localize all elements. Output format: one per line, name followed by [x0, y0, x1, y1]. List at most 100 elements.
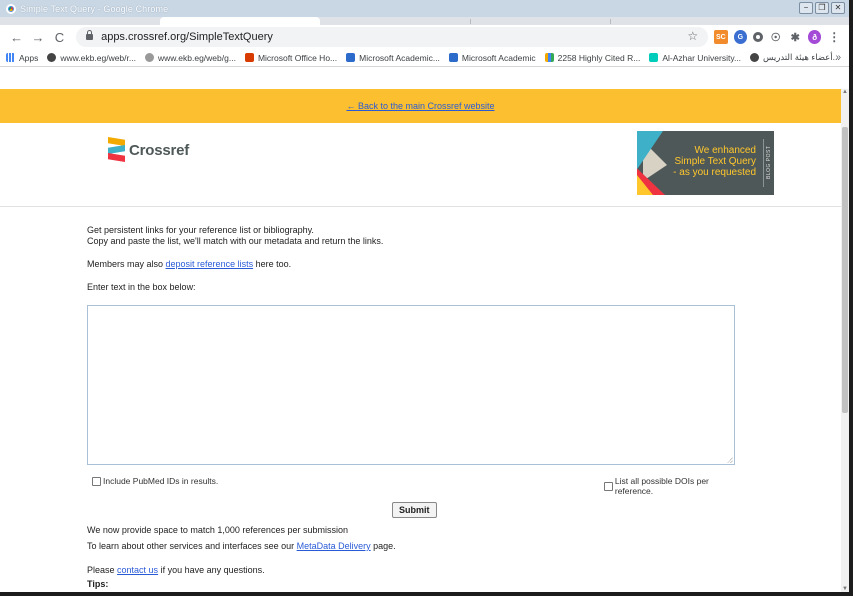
- window-controls: − ❐ ✕: [799, 2, 845, 14]
- browser-window: Simple Text Query - Google Chrome − ❐ ✕ …: [0, 0, 853, 596]
- bookmark-ms-academic-1[interactable]: Microsoft Academic...: [346, 53, 440, 63]
- extension-grammarly-icon[interactable]: G: [733, 30, 748, 44]
- bookmark-office[interactable]: Microsoft Office Ho...: [244, 52, 338, 63]
- globe-icon: [144, 53, 154, 62]
- bookmark-arabic[interactable]: أعضاء هيئة التدريس...: [750, 52, 840, 63]
- learn-more-note: To learn about other services and interf…: [87, 541, 396, 552]
- microsoft-academic-icon: [346, 53, 356, 62]
- bookmark-label: أعضاء هيئة التدريس...: [763, 52, 840, 62]
- tab-active[interactable]: [160, 17, 320, 25]
- pubmed-option[interactable]: Include PubMed IDs in results.: [92, 476, 218, 486]
- reload-icon[interactable]: C: [51, 30, 68, 45]
- maximize-button[interactable]: ❐: [815, 2, 829, 14]
- all-dois-option[interactable]: List all possible DOIs per reference.: [604, 476, 747, 496]
- scrollbar-thumb[interactable]: [842, 127, 848, 413]
- extension-sc-icon[interactable]: SC: [714, 30, 728, 44]
- page-scrollbar[interactable]: ▲ ▼: [841, 89, 849, 592]
- promo-tag: BLOG POST: [763, 139, 773, 187]
- contact-note: Please contact us if you have any questi…: [87, 565, 265, 576]
- logo-text: Crossref: [129, 141, 190, 159]
- forward-arrow-icon[interactable]: →: [29, 30, 46, 45]
- page-header: Crossref We enhanced Simple Text Query -…: [0, 123, 841, 207]
- url-text[interactable]: apps.crossref.org/SimpleTextQuery: [101, 31, 273, 43]
- bookmark-label: Microsoft Office Ho...: [257, 52, 338, 63]
- contact-us-link[interactable]: contact us: [117, 565, 158, 575]
- promo-line: We enhanced: [694, 145, 756, 156]
- intro-line-2: Copy and paste the list, we'll match wit…: [87, 236, 384, 246]
- promo-line: Simple Text Query: [674, 156, 756, 167]
- web-page: ← Back to the main Crossref website Cros…: [0, 89, 849, 592]
- researchgate-icon: [649, 53, 659, 62]
- browser-toolbar: ← → C apps.crossref.org/SimpleTextQuery …: [0, 25, 849, 49]
- bookmark-label: Microsoft Academic...: [359, 52, 440, 63]
- bookmark-star-icon[interactable]: ☆: [687, 29, 698, 43]
- apps-icon: [6, 53, 15, 62]
- tab-separator: [470, 19, 471, 24]
- members-prefix: Members may also: [87, 259, 166, 269]
- more-bookmarks-icon[interactable]: »: [835, 52, 841, 63]
- all-dois-label: List all possible DOIs per reference.: [614, 476, 709, 496]
- bookmark-label: Microsoft Academic: [461, 52, 536, 63]
- metadata-delivery-link[interactable]: MetaData Delivery: [297, 541, 371, 551]
- bookmark-ekb-g[interactable]: www.ekb.eg/web/g...: [144, 52, 236, 63]
- promo-line: - as you requested: [673, 167, 756, 178]
- bookmark-label: 2258 Highly Cited R...: [557, 52, 641, 63]
- chrome-menu-icon[interactable]: ⋮: [827, 30, 841, 44]
- address-bar[interactable]: apps.crossref.org/SimpleTextQuery ☆: [76, 27, 709, 47]
- bookmark-highly-cited[interactable]: 2258 Highly Cited R...: [544, 52, 641, 63]
- bar-chart-icon: [544, 53, 554, 62]
- members-suffix: here too.: [253, 259, 292, 269]
- pubmed-label: Include PubMed IDs in results.: [103, 476, 219, 486]
- learn-prefix: To learn about other services and interf…: [87, 541, 297, 551]
- bookmark-label: Apps: [19, 52, 39, 63]
- resize-handle-icon[interactable]: [727, 457, 733, 463]
- chrome-icon: [6, 3, 16, 14]
- scroll-down-icon[interactable]: ▼: [842, 586, 848, 592]
- back-arrow-icon[interactable]: ←: [8, 30, 25, 45]
- promo-tag-text: BLOG POST: [766, 145, 772, 179]
- tab-separator: [610, 19, 611, 24]
- all-dois-checkbox[interactable]: [604, 481, 613, 491]
- profile-avatar-icon[interactable]: ð: [807, 30, 822, 44]
- close-button[interactable]: ✕: [831, 2, 845, 14]
- extension-pin-icon[interactable]: ☉: [768, 30, 783, 44]
- back-to-crossref-link[interactable]: ← Back to the main Crossref website: [346, 101, 494, 111]
- members-note: Members may also deposit reference lists…: [87, 259, 747, 270]
- bookmark-apps[interactable]: Apps: [6, 53, 38, 63]
- bookmark-ekb-r[interactable]: www.ekb.eg/web/r...: [47, 53, 136, 63]
- bookmarks-bar: Apps www.ekb.eg/web/r... www.ekb.eg/web/…: [0, 49, 849, 67]
- deposit-reference-lists-link[interactable]: deposit reference lists: [166, 259, 254, 269]
- bookmark-al-azhar[interactable]: Al-Azhar University...: [649, 53, 741, 63]
- query-form: Get persistent links for your reference …: [87, 225, 747, 589]
- bookmark-label: www.ekb.eg/web/r...: [60, 52, 136, 63]
- globe-icon: [47, 53, 57, 62]
- title-bar: Simple Text Query - Google Chrome − ❐ ✕: [0, 0, 849, 17]
- window-title: Simple Text Query - Google Chrome: [20, 3, 169, 14]
- microsoft-academic-icon: [448, 53, 458, 62]
- promo-text: We enhanced Simple Text Query - as you r…: [663, 145, 756, 178]
- contact-suffix: if you have any questions.: [158, 565, 265, 575]
- submit-button[interactable]: Submit: [392, 502, 437, 518]
- scroll-up-icon[interactable]: ▲: [842, 89, 848, 95]
- capacity-note: We now provide space to match 1,000 refe…: [87, 525, 348, 535]
- reference-textarea[interactable]: [87, 305, 735, 465]
- globe-icon: [750, 53, 760, 62]
- extensions-puzzle-icon[interactable]: ✱: [788, 30, 802, 44]
- extension-circle-icon[interactable]: [753, 32, 763, 42]
- contact-prefix: Please: [87, 565, 118, 575]
- blog-post-promo[interactable]: We enhanced Simple Text Query - as you r…: [637, 131, 774, 195]
- office-icon: [244, 53, 254, 62]
- bookmark-label: www.ekb.eg/web/g...: [157, 52, 236, 63]
- tips-heading: Tips:: [87, 579, 109, 589]
- textbox-label: Enter text in the box below:: [87, 282, 196, 292]
- bookmark-ms-academic-2[interactable]: Microsoft Academic: [448, 52, 536, 63]
- minimize-button[interactable]: −: [799, 2, 813, 14]
- tab-strip: [0, 17, 849, 25]
- crossref-logo[interactable]: Crossref: [108, 137, 189, 163]
- lock-icon[interactable]: [86, 30, 94, 41]
- crossref-logo-icon: [108, 137, 126, 163]
- learn-suffix: page.: [370, 541, 396, 551]
- intro-line-1: Get persistent links for your reference …: [87, 225, 314, 235]
- bookmark-label: Al-Azhar University...: [662, 52, 742, 63]
- pubmed-checkbox[interactable]: [92, 476, 101, 486]
